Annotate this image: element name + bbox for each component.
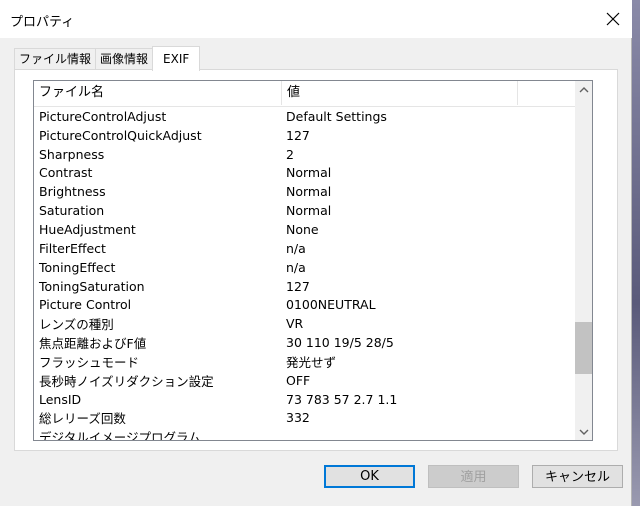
list-item[interactable]: HueAdjustment None <box>34 220 590 239</box>
exif-tag-name: PictureControlQuickAdjust <box>39 127 202 143</box>
column-header-value[interactable]: 値 <box>282 81 518 105</box>
list-item[interactable]: PictureControlAdjust Default Settings <box>34 107 590 126</box>
scroll-track[interactable] <box>575 98 592 423</box>
tab-image-info[interactable]: 画像情報 <box>95 48 154 70</box>
ok-button[interactable]: OK <box>324 465 415 488</box>
exif-tag-name: Picture Control <box>39 297 132 313</box>
exif-tag-value: Normal <box>286 203 332 219</box>
list-item[interactable]: Contrast Normal <box>34 164 590 183</box>
list-item[interactable]: ToningSaturation 127 <box>34 277 590 296</box>
exif-tag-value: 2 <box>286 146 294 162</box>
exif-tag-name: ToningEffect <box>39 259 116 275</box>
list-item[interactable]: PictureControlQuickAdjust 127 <box>34 126 590 145</box>
list-item[interactable]: Sharpness 2 <box>34 145 590 164</box>
window-title: プロパティ <box>10 15 75 30</box>
exif-tag-name: LensID <box>39 391 82 407</box>
list-item[interactable]: デジタルイメージプログラム <box>34 427 590 441</box>
list-item[interactable]: 長秒時ノイズリダクション設定 OFF <box>34 371 590 390</box>
list-item[interactable]: Picture Control 0100NEUTRAL <box>34 295 590 314</box>
exif-tag-name: Saturation <box>39 203 105 219</box>
vertical-scrollbar[interactable] <box>575 81 592 440</box>
scroll-up-button[interactable] <box>575 81 592 98</box>
list-header: ファイル名 値 <box>34 81 592 107</box>
exif-tag-value: 127 <box>286 278 310 294</box>
exif-tag-name: Sharpness <box>39 146 105 162</box>
exif-tag-value: 30 110 19/5 28/5 <box>286 335 394 351</box>
exif-tag-name: PictureControlAdjust <box>39 108 167 124</box>
column-header-name[interactable]: ファイル名 <box>34 81 282 105</box>
exif-tag-value: 127 <box>286 127 310 143</box>
tab-bar: ファイル情報 画像情報 EXIF <box>14 46 201 71</box>
list-item[interactable]: レンズの種別 VR <box>34 314 590 333</box>
exif-tag-name: 長秒時ノイズリダクション設定 <box>39 373 214 389</box>
button-bar: OK 適用 キャンセル <box>0 463 632 493</box>
scroll-down-button[interactable] <box>575 423 592 440</box>
exif-tag-value: Default Settings <box>286 108 387 124</box>
tab-exif[interactable]: EXIF <box>152 46 201 71</box>
properties-dialog: プロパティ ファイル情報 画像情報 EXIF ファイル名 値 PictureCo… <box>0 0 632 506</box>
list-rows: PictureControlAdjust Default Settings Pict… <box>34 107 590 441</box>
exif-tag-value: Normal <box>286 184 332 200</box>
list-item[interactable]: Brightness Normal <box>34 182 590 201</box>
close-icon <box>606 12 620 26</box>
list-item[interactable]: LensID 73 783 57 2.7 1.1 <box>34 390 590 409</box>
exif-tag-value: None <box>286 221 319 237</box>
exif-tag-value: VR <box>286 316 304 332</box>
exif-tag-value: OFF <box>286 372 311 388</box>
list-item[interactable]: 焦点距離およびF値 30 110 19/5 28/5 <box>34 333 590 352</box>
exif-tag-name: レンズの種別 <box>39 317 114 333</box>
list-item[interactable]: フラッシュモード 発光せず <box>34 352 590 371</box>
exif-tag-name: 総レリーズ回数 <box>39 411 126 427</box>
exif-tag-value: 73 783 57 2.7 1.1 <box>286 391 398 407</box>
list-item[interactable]: FilterEffect n/a <box>34 239 590 258</box>
exif-tag-name: HueAdjustment <box>39 221 136 237</box>
exif-tag-name: フラッシュモード <box>39 354 140 370</box>
exif-tag-name: Brightness <box>39 184 106 200</box>
exif-tag-value: 発光せず <box>286 354 337 370</box>
close-button[interactable] <box>600 6 626 32</box>
exif-tag-name: 焦点距離およびF値 <box>39 336 147 352</box>
exif-tag-value: Normal <box>286 165 332 181</box>
apply-button[interactable]: 適用 <box>428 465 519 488</box>
exif-tag-value: n/a <box>286 259 306 275</box>
exif-tag-value: 0100NEUTRAL <box>286 297 376 313</box>
chevron-up-icon <box>579 86 588 92</box>
exif-tag-name: デジタルイメージプログラム <box>39 430 201 441</box>
desktop-background <box>632 0 640 506</box>
list-item[interactable]: 総レリーズ回数 332 <box>34 409 590 428</box>
list-item[interactable]: Saturation Normal <box>34 201 590 220</box>
tab-file-info[interactable]: ファイル情報 <box>14 48 97 70</box>
chevron-down-icon <box>579 429 588 435</box>
exif-panel: ファイル名 値 PictureControlAdjust Default Sett… <box>14 69 618 451</box>
exif-tag-value: n/a <box>286 240 306 256</box>
exif-list[interactable]: ファイル名 値 PictureControlAdjust Default Sett… <box>33 80 593 441</box>
cancel-button[interactable]: キャンセル <box>532 465 623 488</box>
exif-tag-value: 332 <box>286 410 310 426</box>
exif-tag-name: FilterEffect <box>39 240 106 256</box>
exif-tag-name: Contrast <box>39 165 93 181</box>
list-item[interactable]: ToningEffect n/a <box>34 258 590 277</box>
scroll-thumb[interactable] <box>575 322 592 374</box>
exif-tag-name: ToningSaturation <box>39 278 145 294</box>
title-bar[interactable]: プロパティ <box>0 0 632 38</box>
